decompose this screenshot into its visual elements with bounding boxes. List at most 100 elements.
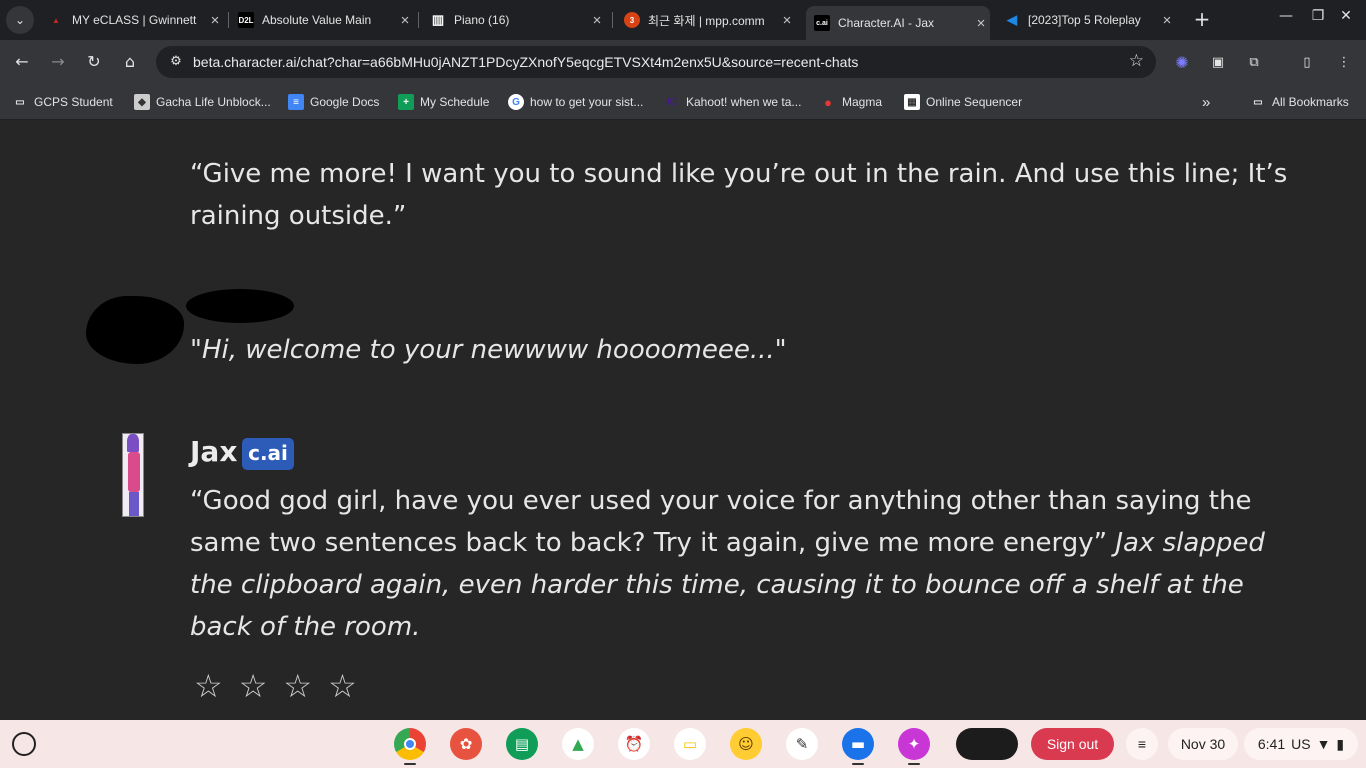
bookmark-online-sequencer[interactable]: ▦ Online Sequencer	[904, 92, 1022, 112]
wifi-icon: ▼	[1316, 736, 1331, 752]
extensions-puzzle-icon[interactable]: ⧉	[1244, 52, 1264, 72]
tab-title: [2023]Top 5 Roleplay	[1028, 13, 1141, 27]
eclass-icon: ▲	[52, 15, 60, 25]
close-window-icon[interactable]: ✕	[1334, 8, 1358, 24]
keep-icon[interactable]: ▭	[674, 728, 706, 760]
star-icon[interactable]: ☆	[194, 667, 223, 705]
mpp-icon: 3	[624, 12, 640, 28]
tab-title: 최근 화제 | mpp.comm	[648, 13, 765, 28]
tab-title: MY eCLASS | Gwinnett	[72, 13, 197, 27]
bookmark-my-schedule[interactable]: + My Schedule	[398, 92, 489, 112]
site-info-icon[interactable]: ⚙	[164, 50, 188, 74]
system-shelf: ✿ ▤ ▲ ⏰ ▭ ☺ ✎ ▬ ✦ Sign out ≡ Nov 30 6:41…	[0, 720, 1366, 768]
bookmark-label: My Schedule	[420, 95, 490, 109]
user-message-text: “Give me more! I want you to sound like …	[190, 159, 1288, 231]
back-icon[interactable]: ←	[10, 50, 34, 74]
browser-toolbar: ← → ↻ ⌂ ⚙ beta.character.ai/chat?char=a6…	[0, 40, 1366, 84]
close-icon[interactable]: ×	[1158, 12, 1176, 29]
tab-mpp[interactable]: 3 최근 화제 | mpp.comm ×	[624, 0, 796, 40]
avatar-legs-shape	[129, 492, 139, 516]
clock-icon[interactable]: ⏰	[618, 728, 650, 760]
tab-title: Piano (16)	[454, 13, 510, 27]
bookmark-label: Google Docs	[310, 95, 380, 109]
classroom-icon[interactable]: ▤	[506, 728, 538, 760]
minimize-icon[interactable]: —	[1274, 8, 1298, 24]
bookmark-gcps[interactable]: ▭ GCPS Student	[12, 92, 112, 112]
new-tab-button[interactable]: +	[1190, 8, 1214, 32]
date-display[interactable]: Nov 30	[1168, 728, 1238, 760]
sign-out-button[interactable]: Sign out	[1031, 728, 1114, 760]
address-bar[interactable]: ⚙ beta.character.ai/chat?char=a66bMHu0jA…	[156, 46, 1156, 78]
tab-roleplay[interactable]: ◀ [2023]Top 5 Roleplay ×	[1004, 0, 1176, 40]
chat-area: “Give me more! I want you to sound like …	[0, 121, 1366, 720]
bookmark-google-docs[interactable]: ≡ Google Docs	[288, 92, 379, 112]
bookmark-magma[interactable]: ● Magma	[820, 92, 882, 112]
emoji-icon[interactable]: ☺	[730, 728, 762, 760]
close-icon[interactable]: ×	[778, 12, 796, 29]
close-icon[interactable]: ×	[972, 15, 990, 32]
bookmark-label: Online Sequencer	[926, 95, 1023, 109]
palette-icon[interactable]: ✿	[450, 728, 482, 760]
menu-kebab-icon[interactable]: ⋮	[1334, 52, 1354, 72]
status-area[interactable]: 6:41 US ▼ ▮	[1244, 728, 1358, 760]
tab-search-icon[interactable]: ⌄	[6, 6, 34, 34]
extension-gear-icon[interactable]: ✺	[1172, 52, 1192, 72]
star-icon[interactable]: ☆	[239, 667, 268, 705]
time-display: 6:41	[1257, 736, 1286, 752]
locale-display: US	[1291, 736, 1311, 752]
tab-title: Absolute Value Main	[262, 13, 372, 27]
bookmark-label: Magma	[842, 95, 883, 109]
bookmark-kahoot[interactable]: K! Kahoot! when we ta...	[664, 92, 802, 112]
reload-icon[interactable]: ↻	[82, 50, 106, 74]
running-indicator	[908, 763, 920, 765]
tab-absolute-value[interactable]: D2L Absolute Value Main ×	[238, 0, 414, 40]
tab-piano[interactable]: ▥ Piano (16) ×	[430, 0, 606, 40]
url-text[interactable]: beta.character.ai/chat?char=a66bMHu0jANZ…	[193, 54, 858, 70]
side-panel-icon[interactable]: ▯	[1297, 52, 1317, 72]
screen: ⌄ ▲ MY eCLASS | Gwinnett × D2L Absolute …	[0, 0, 1366, 768]
rating-stars: ☆ ☆ ☆ ☆	[194, 667, 357, 705]
playlist-icon[interactable]: ≡	[1126, 728, 1158, 760]
tab-character-ai[interactable]: c.ai Character.AI - Jax ×	[806, 6, 990, 40]
all-bookmarks-label: All Bookmarks	[1272, 95, 1349, 109]
folder-icon: ▭	[1253, 96, 1263, 108]
character-avatar[interactable]	[122, 433, 144, 517]
star-icon[interactable]: ☆	[283, 667, 312, 705]
star-icon[interactable]: ☆	[328, 667, 357, 705]
tab-divider	[418, 12, 419, 28]
more-bookmarks-chevron-icon[interactable]: »	[1202, 92, 1210, 112]
docs-icon: ≡	[288, 94, 304, 110]
bookmark-star-icon[interactable]: ☆	[1129, 51, 1144, 71]
gallery-icon[interactable]: ✦	[898, 728, 930, 760]
tab-strip: ⌄ ▲ MY eCLASS | Gwinnett × D2L Absolute …	[0, 0, 1366, 40]
close-icon[interactable]: ×	[396, 12, 414, 29]
forward-icon[interactable]: →	[46, 50, 70, 74]
extension-image-icon[interactable]: ▣	[1208, 52, 1228, 72]
gacha-icon: ◆	[134, 94, 150, 110]
launcher-icon[interactable]	[12, 732, 36, 756]
tray-status-icons[interactable]	[956, 728, 1018, 760]
close-icon[interactable]: ×	[588, 12, 606, 29]
bookmarks-bar: ▭ GCPS Student ◆ Gacha Life Unblock... ≡…	[0, 84, 1366, 120]
tab-divider	[612, 12, 613, 28]
character-name: Jax	[190, 435, 238, 468]
d2l-icon: D2L	[238, 12, 254, 28]
chrome-icon[interactable]	[394, 728, 426, 760]
bookmark-how-to[interactable]: G how to get your sist...	[508, 92, 643, 112]
tab-eclass[interactable]: ▲ MY eCLASS | Gwinnett ×	[48, 0, 224, 40]
all-bookmarks-button[interactable]: ▭ All Bookmarks	[1250, 92, 1349, 112]
bookmark-label: Kahoot! when we ta...	[686, 95, 802, 109]
drive-icon[interactable]: ▲	[562, 728, 594, 760]
kahoot-icon: K!	[666, 96, 678, 108]
restore-icon[interactable]: ❐	[1306, 8, 1330, 24]
canvas-icon[interactable]: ✎	[786, 728, 818, 760]
files-icon[interactable]: ▬	[842, 728, 874, 760]
character-message: “Good god girl, have you ever used your …	[190, 480, 1280, 648]
redacted-user-name	[186, 289, 294, 323]
magma-icon: ●	[824, 94, 832, 110]
bookmark-label: how to get your sist...	[530, 95, 644, 109]
home-icon[interactable]: ⌂	[118, 50, 142, 74]
character-speech-text: “Good god girl, have you ever used your …	[190, 486, 1252, 558]
close-icon[interactable]: ×	[206, 12, 224, 29]
bookmark-gacha[interactable]: ◆ Gacha Life Unblock...	[134, 92, 271, 112]
